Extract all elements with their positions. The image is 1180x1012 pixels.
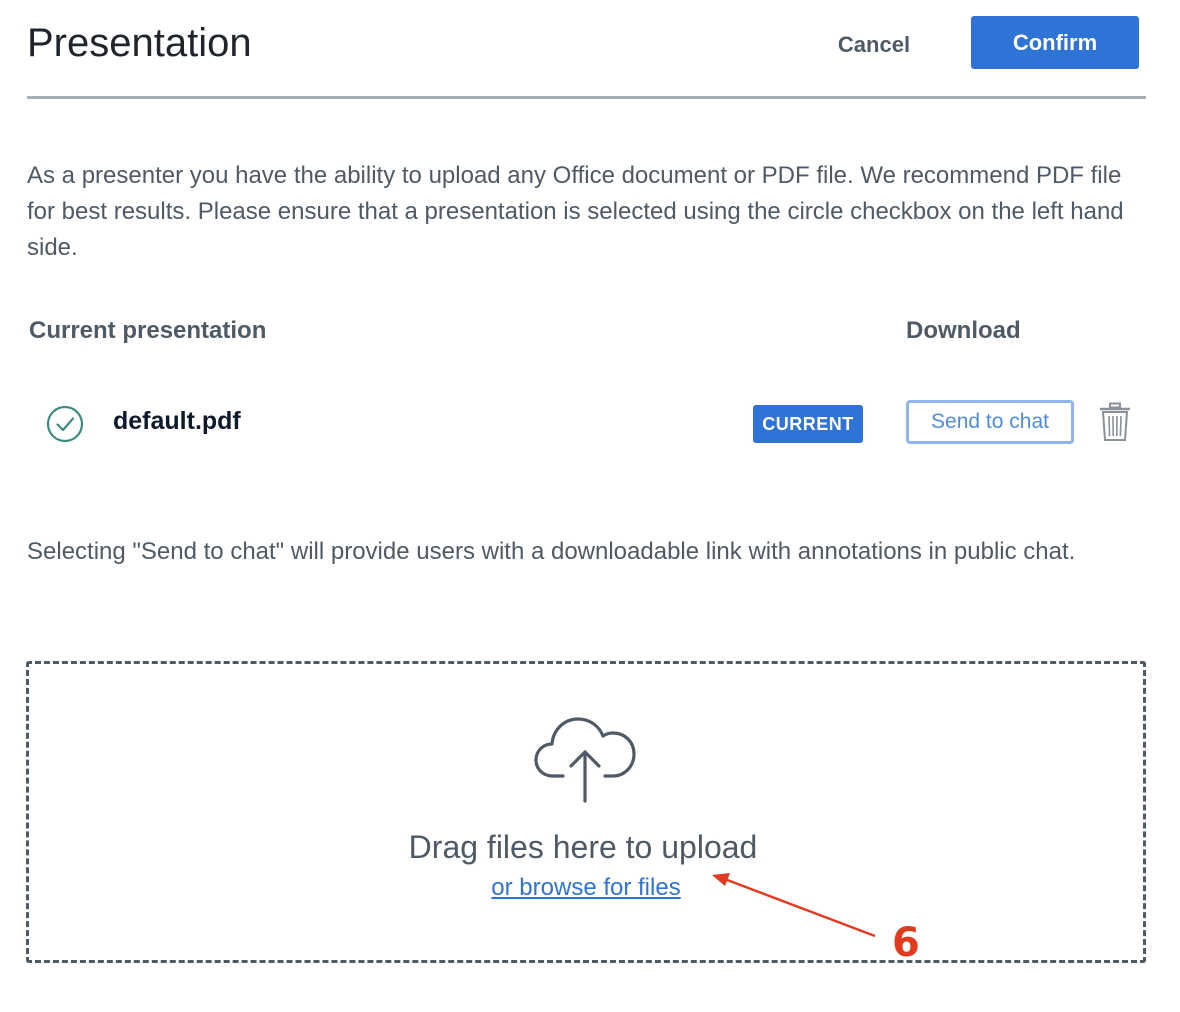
check-circle-icon[interactable]	[46, 405, 84, 443]
presentation-filename: default.pdf	[113, 407, 241, 435]
browse-files-link[interactable]: or browse for files	[491, 874, 680, 901]
browse-link-wrapper: or browse for files	[0, 872, 1172, 904]
file-dropzone[interactable]	[26, 661, 1146, 963]
current-presentation-header: Current presentation	[29, 317, 267, 344]
page-title: Presentation	[27, 21, 252, 65]
trash-icon[interactable]	[1098, 402, 1132, 442]
send-to-chat-note: Selecting "Send to chat" will provide us…	[27, 538, 1076, 565]
annotation-step-number: 6	[892, 920, 920, 966]
cancel-button[interactable]: Cancel	[822, 20, 926, 70]
send-to-chat-button[interactable]: Send to chat	[906, 400, 1074, 444]
current-badge: CURRENT	[753, 405, 863, 443]
header-divider	[27, 96, 1146, 99]
presentation-modal: Presentation Cancel Confirm As a present…	[0, 0, 1180, 1012]
intro-text: As a presenter you have the ability to u…	[27, 162, 1124, 261]
confirm-button[interactable]: Confirm	[971, 16, 1139, 69]
cloud-upload-icon	[534, 717, 636, 803]
drag-files-text: Drag files here to upload	[408, 829, 758, 865]
download-header: Download	[906, 317, 1021, 344]
